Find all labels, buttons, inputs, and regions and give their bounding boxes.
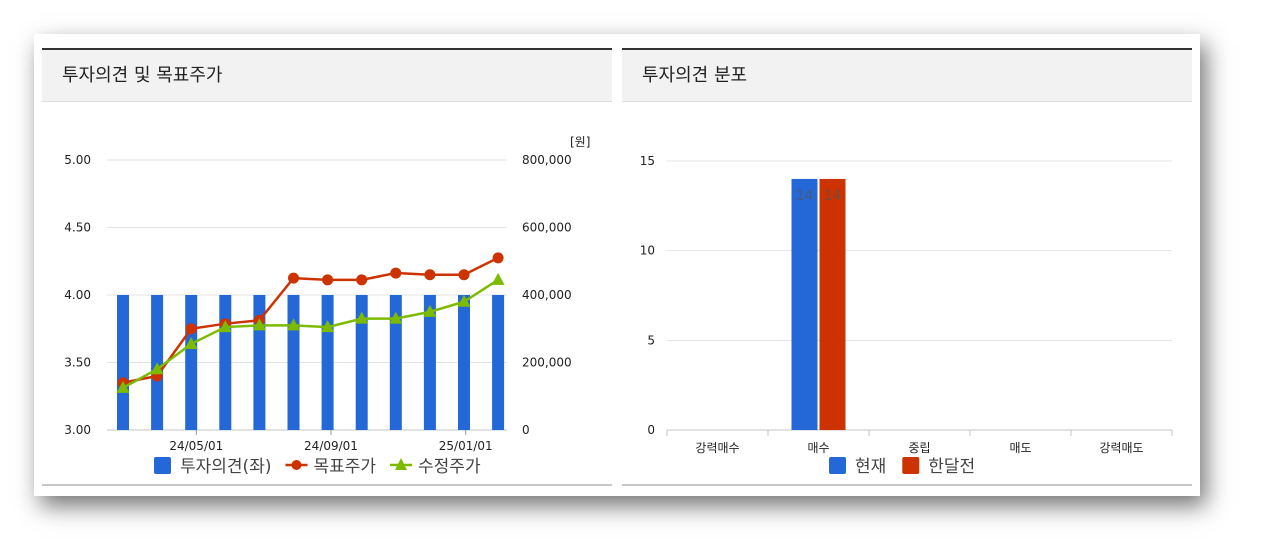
- y-right-unit-label: [원]: [570, 135, 590, 149]
- screenshot-frame: 투자의견 및 목표주가 3.00 3.50 4.00 4.50 5.00 0 200,000…: [34, 34, 1200, 496]
- x-tick-label: 24/09/01: [304, 439, 358, 453]
- data-label: 14: [824, 188, 842, 204]
- data-point: [356, 274, 368, 286]
- legend-swatch: [154, 457, 171, 474]
- data-point: [424, 269, 436, 281]
- panel-title: 투자의견 분포: [622, 50, 1192, 102]
- opinion-distribution-chart: 0 5 10 15 강력매수 매수 중립 매도 강력매도 14 14 현재 한달전: [640, 154, 1173, 477]
- y-right-tick-label: 800,000: [522, 153, 572, 167]
- x-category-label: 강력매수: [695, 441, 739, 455]
- data-label: 14: [796, 188, 814, 204]
- opinion-bar: [287, 295, 300, 430]
- y-right-tick-label: 600,000: [522, 221, 572, 235]
- distribution-bar: [791, 178, 818, 430]
- y-left-tick-label: 3.50: [64, 356, 91, 370]
- data-point: [492, 252, 504, 264]
- y-right-tick-label: 200,000: [522, 356, 572, 370]
- data-point: [390, 267, 402, 279]
- y-right-tick-label: 0: [522, 423, 530, 437]
- data-point: [185, 323, 197, 335]
- legend-swatch: [291, 460, 302, 470]
- x-category-label: 매수: [807, 441, 829, 455]
- opinion-target-price-panel: 투자의견 및 목표주가 3.00 3.50 4.00 4.50 5.00 0 200,000…: [42, 48, 612, 486]
- data-point: [322, 274, 334, 286]
- legend-label: 현재: [855, 457, 886, 477]
- y-tick-label: 0: [647, 423, 655, 437]
- opinion-bar: [219, 295, 232, 430]
- opinion-bar: [185, 295, 198, 430]
- opinion-target-price-chart: 3.00 3.50 4.00 4.50 5.00 0 200,000 400,000 600,0…: [64, 135, 590, 477]
- y-right-tick-label: 400,000: [522, 288, 572, 302]
- opinion-bar: [321, 295, 334, 430]
- series-line: [122, 278, 499, 389]
- distribution-bar: [819, 178, 846, 430]
- data-point: [491, 272, 505, 285]
- y-left-tick-label: 3.00: [64, 423, 91, 437]
- y-left-tick-label: 4.00: [64, 288, 91, 302]
- opinion-bar: [117, 295, 129, 430]
- legend-label: 수정주가: [418, 457, 481, 477]
- opinion-bar: [458, 295, 470, 430]
- y-tick-label: 10: [640, 244, 655, 258]
- x-tick-label: 24/05/01: [169, 439, 223, 453]
- opinion-distribution-panel: 투자의견 분포 0 5 10 15 강력매수 매수 중립 매도 강력매도 14 14 현재 한달전: [622, 48, 1192, 486]
- legend-swatch: [829, 457, 846, 474]
- legend-label: 목표주가: [313, 457, 376, 477]
- x-category-label: 매도: [1009, 441, 1031, 455]
- legend-label: 한달전: [928, 457, 975, 477]
- legend-swatch: [902, 457, 920, 474]
- x-category-label: 강력매도: [1099, 441, 1143, 455]
- legend-label: 투자의견(좌): [180, 457, 271, 477]
- y-tick-label: 5: [647, 333, 655, 347]
- x-category-label: 중립: [908, 441, 930, 455]
- y-left-tick-label: 4.50: [64, 221, 91, 235]
- data-point: [458, 269, 470, 281]
- panel-title: 투자의견 및 목표주가: [42, 50, 612, 102]
- x-tick-label: 25/01/01: [439, 439, 493, 453]
- y-tick-label: 15: [640, 154, 655, 168]
- series-line: [122, 256, 499, 384]
- opinion-bar: [492, 295, 505, 430]
- y-left-tick-label: 5.00: [64, 153, 91, 167]
- data-point: [288, 272, 299, 284]
